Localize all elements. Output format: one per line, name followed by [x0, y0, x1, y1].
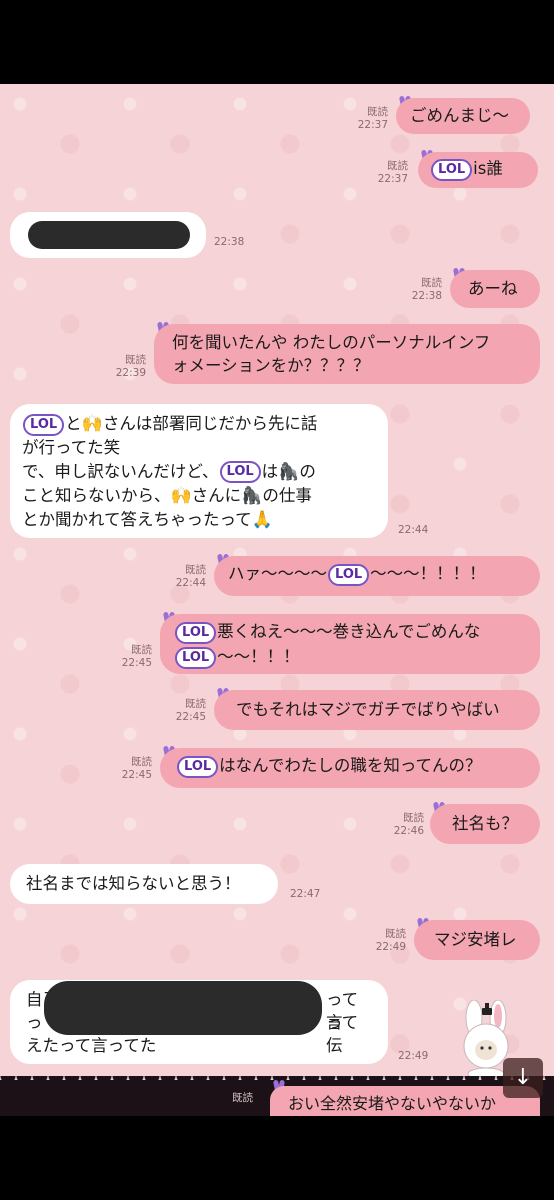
- lol-sticker: LOL: [175, 621, 217, 644]
- message-meta: 既読 22:37: [357, 106, 388, 131]
- lol-sticker: LOL: [328, 563, 370, 586]
- message-text: さんに: [191, 486, 242, 505]
- message-time: 22:47: [290, 888, 321, 900]
- message-text: って伝: [326, 1013, 359, 1055]
- message-line: こと知らないから、🙌さんに🦍の仕事: [22, 484, 376, 508]
- message-line: 何を聞いたんや わたしのパーソナルインフ: [172, 333, 491, 352]
- message-text: とか聞かれて答えちゃったって: [22, 510, 252, 530]
- sent-message[interactable]: でもそれはマジでガチでばりやばい: [214, 690, 540, 730]
- message-meta: 既読 22:45: [121, 756, 152, 781]
- message-meta: 既読 22:44: [175, 564, 206, 589]
- message-line: で、申し訳ないんだけど、 LOL は🦍の: [22, 460, 376, 484]
- message-read: 既読: [232, 1092, 253, 1104]
- message-text: 〜〜！！！: [217, 647, 300, 666]
- message-text: is誰: [473, 159, 503, 178]
- redaction-bar: [44, 981, 322, 1035]
- sent-message[interactable]: LOL is誰: [418, 152, 538, 188]
- message-text: 〜〜〜！！！！: [370, 564, 486, 583]
- message-text: の仕事: [262, 486, 312, 505]
- pray-emoji: 🙏: [251, 510, 273, 530]
- message-text: はなんでわたしの職を知ってんの？: [219, 756, 482, 775]
- received-message[interactable]: 社名までは知らないと思う！: [10, 864, 278, 904]
- message-meta: 既読 22:49: [375, 928, 406, 953]
- message-line: LOL 〜〜！！！: [174, 644, 526, 669]
- lol-sticker: LOL: [175, 646, 217, 669]
- sent-message[interactable]: LOL はなんでわたしの職を知ってんの？: [160, 748, 540, 788]
- message-line: ォメーションをか？？？？: [172, 356, 370, 375]
- message-time: 22:44: [398, 524, 429, 536]
- message-text: と: [65, 414, 82, 433]
- lol-sticker: LOL: [23, 413, 65, 436]
- lol-sticker: LOL: [431, 158, 473, 181]
- message-line: LOL 悪くねえ〜〜〜巻き込んでごめんな: [174, 619, 526, 644]
- clap-hands-emoji: 🙌: [170, 485, 192, 506]
- sent-message[interactable]: 社名も？: [430, 804, 540, 844]
- arrow-down-icon: ↓: [513, 1065, 533, 1090]
- received-message[interactable]: LOL と🙌さんは部署同じだから先に話 が行ってた笑 で、申し訳ないんだけど、 LO…: [10, 404, 388, 538]
- scroll-to-bottom-button[interactable]: ↓: [503, 1058, 543, 1098]
- sent-message[interactable]: ハァ〜〜〜〜 LOL 〜〜〜！！！！: [214, 556, 540, 596]
- message-text: ハァ〜〜〜〜: [228, 564, 327, 583]
- sent-message[interactable]: あーね: [450, 270, 540, 308]
- sent-message[interactable]: マジ安堵レ: [414, 920, 540, 960]
- chat-area[interactable]: 既読 22:37 ごめんまじ〜 既読 22:37 LOL is誰 22:38 既読 22…: [0, 84, 554, 1116]
- message-text: こと知らないから、: [22, 486, 171, 505]
- message-time: 22:49: [398, 1050, 429, 1062]
- lol-sticker: LOL: [219, 461, 261, 484]
- message-text: っ: [26, 1013, 43, 1032]
- gorilla-emoji: 🦍: [241, 485, 263, 506]
- gorilla-emoji: 🦍: [278, 461, 300, 482]
- message-text: 悪くねえ〜〜〜巻き込んでごめんな: [217, 622, 481, 641]
- message-line: が行ってた笑: [22, 438, 121, 458]
- message-text: さんは部署同じだから先に話: [102, 414, 318, 433]
- sent-message[interactable]: おい全然安堵やないやないか: [270, 1086, 540, 1116]
- message-meta: 既読 22:37: [377, 160, 408, 185]
- sent-message[interactable]: 何を聞いたんや わたしのパーソナルインフ ォメーションをか？？？？: [154, 324, 540, 384]
- message-text: は: [261, 461, 279, 481]
- message-meta: 既読 22:38: [411, 277, 442, 302]
- message-meta: 既読 22:39: [115, 354, 146, 379]
- message-line: LOL と🙌さんは部署同じだから先に話: [22, 412, 376, 436]
- message-meta: 既読 22:45: [121, 644, 152, 669]
- message-text: で、申し訳ないんだけど、: [22, 461, 219, 481]
- message-meta: 既読 22:45: [175, 698, 206, 723]
- redaction-bar: [28, 221, 190, 249]
- message-meta: 既読 22:46: [393, 812, 424, 837]
- message-line: えたって言ってた: [26, 1036, 157, 1055]
- message-line: とか聞かれて答えちゃったって🙏: [22, 508, 376, 532]
- sent-message[interactable]: ごめんまじ〜: [396, 98, 530, 134]
- message-text: の: [299, 461, 316, 481]
- lol-sticker: LOL: [177, 755, 219, 778]
- clap-hands-emoji: 🙌: [81, 413, 103, 434]
- message-time: 22:38: [214, 236, 245, 248]
- sent-message[interactable]: LOL 悪くねえ〜〜〜巻き込んでごめんな LOL 〜〜！！！: [160, 614, 540, 674]
